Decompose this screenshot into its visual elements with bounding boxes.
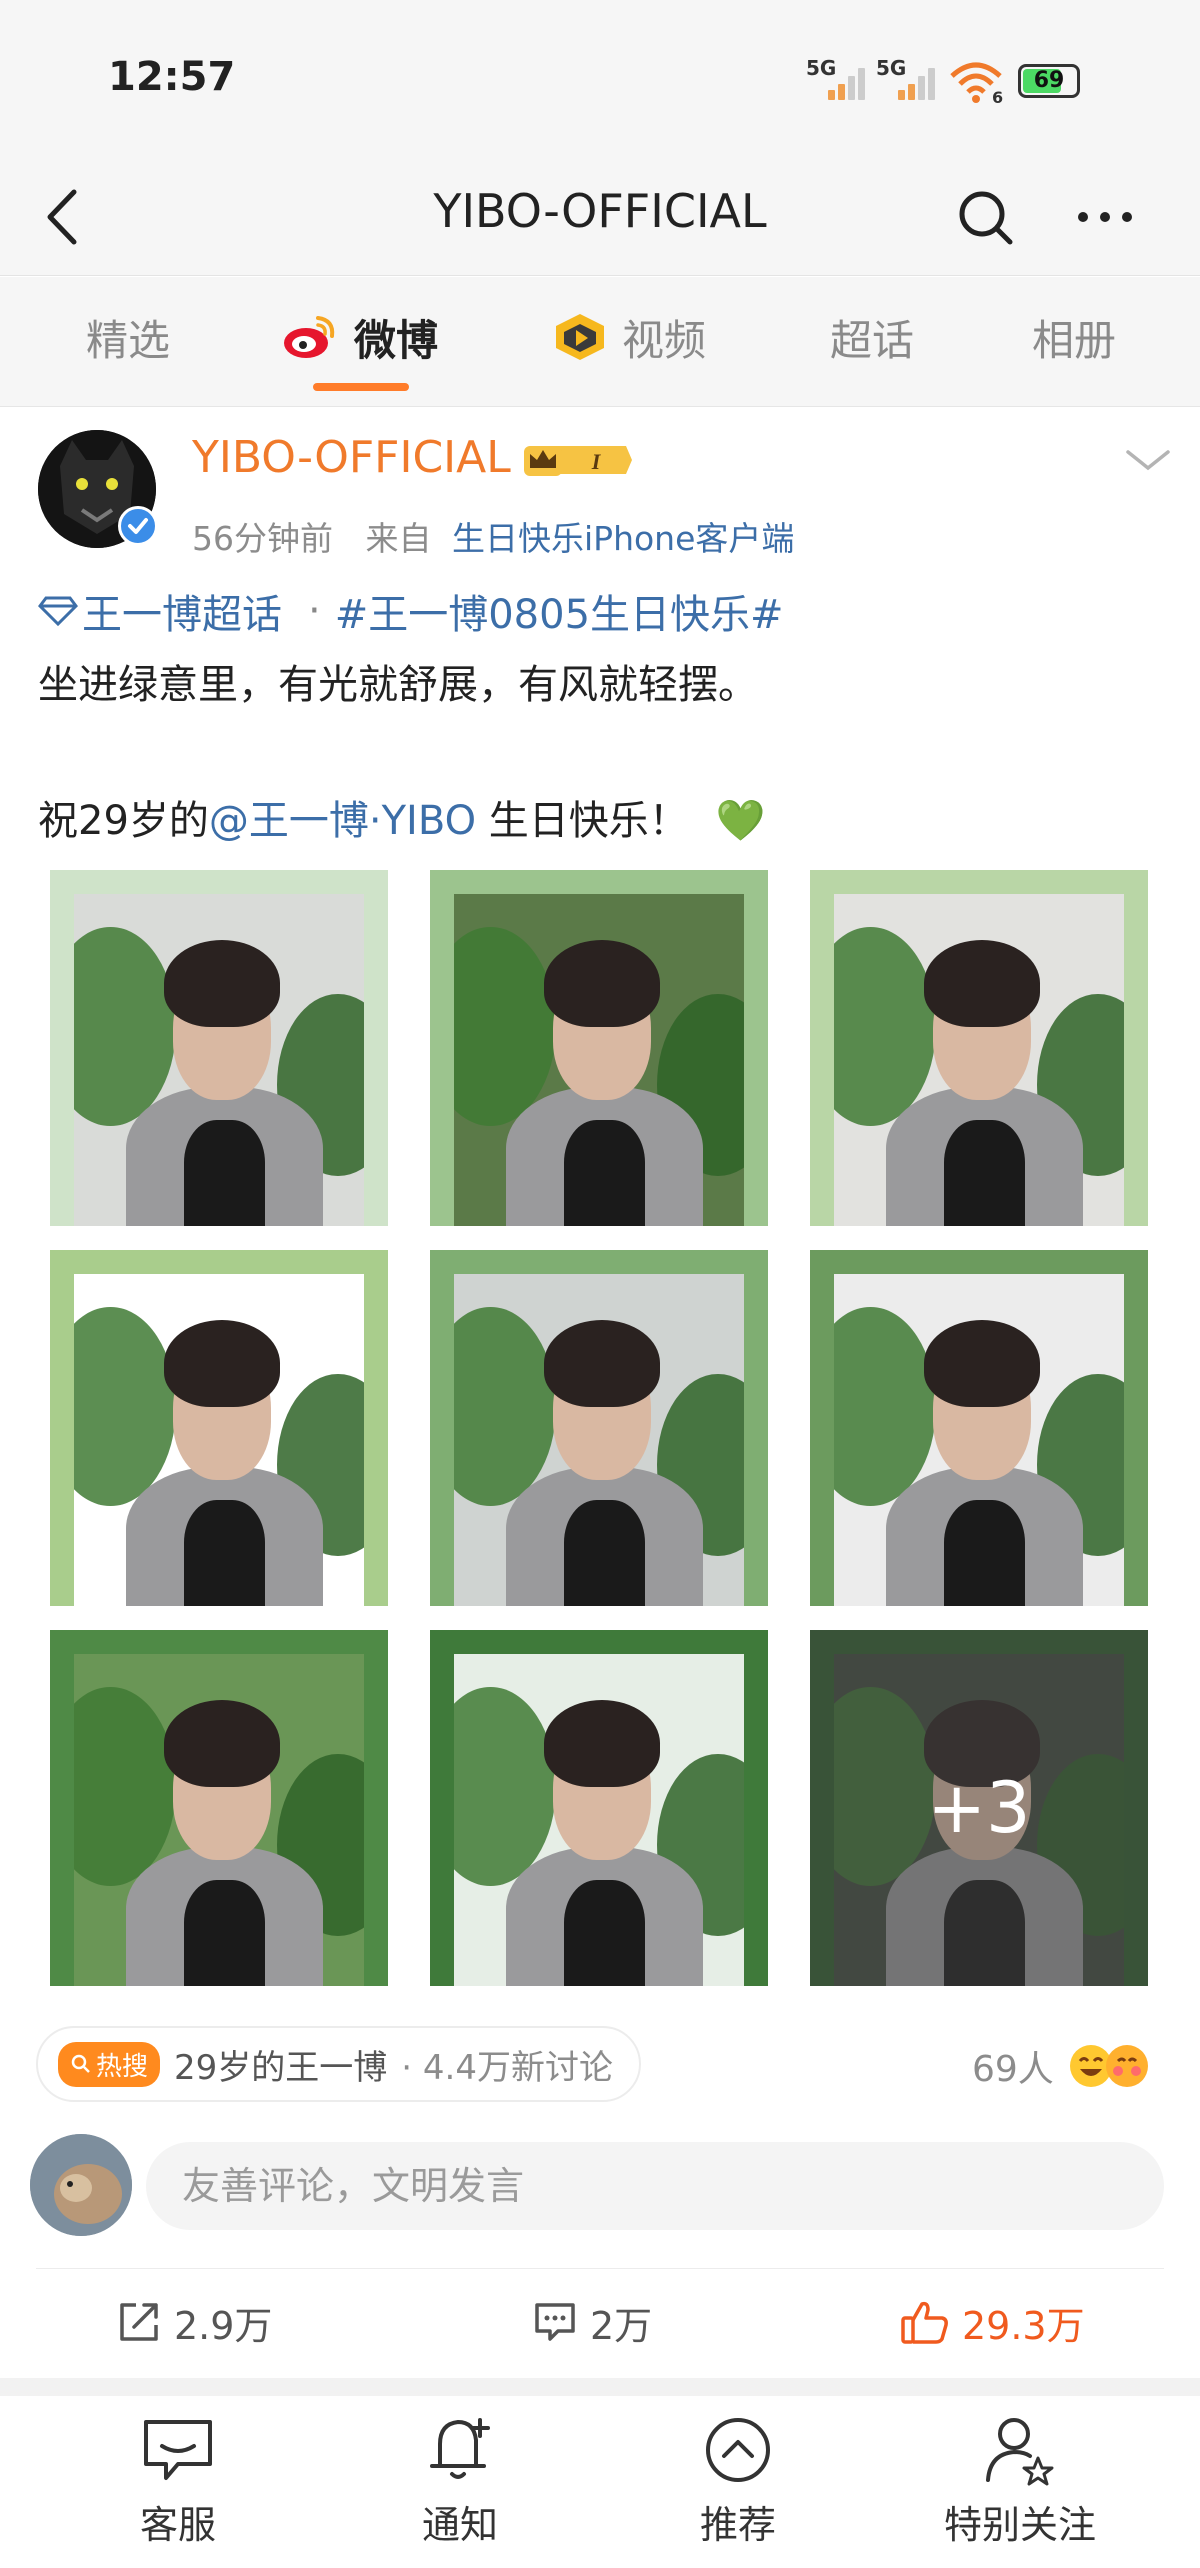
comment-button[interactable]: 2万 — [532, 2290, 652, 2354]
photo-thumbnail[interactable] — [430, 870, 768, 1226]
repost-button[interactable]: 2.9万 — [116, 2290, 272, 2354]
hot-search-bar[interactable]: 热搜 29岁的王一博 · 4.4万新讨论 — [36, 2026, 641, 2102]
photo-image — [454, 1274, 744, 1606]
notifications-button[interactable]: 通知 — [360, 2414, 560, 2549]
photo-image — [454, 1654, 744, 1986]
post-source[interactable]: 生日快乐iPhone客户端 — [452, 519, 794, 558]
hot-search-title: 29岁的王一博 — [174, 2047, 388, 2088]
super-topic-link[interactable]: 王一博超话 — [82, 582, 282, 640]
tab-weibo[interactable]: 微博 — [280, 307, 438, 367]
bottom-tab-bar: 客服 通知 推荐 特别关注 — [0, 2396, 1200, 2568]
divider — [36, 2268, 1164, 2269]
photo-thumbnail[interactable] — [50, 870, 388, 1226]
like-count: 29.3万 — [962, 2303, 1085, 2348]
tab-super-topic[interactable]: 超话 — [830, 307, 914, 367]
thumbs-up-icon — [901, 2301, 948, 2344]
video-play-icon — [556, 314, 604, 360]
nav-bar: YIBO-OFFICIAL — [0, 160, 1200, 276]
customer-service-button[interactable]: 客服 — [78, 2414, 278, 2549]
photo-thumbnail[interactable] — [430, 1630, 768, 1986]
post-username[interactable]: YIBO-OFFICIAL — [192, 432, 511, 483]
hot-search-sub: · 4.4万新讨论 — [401, 2047, 613, 2088]
photo-image — [74, 1274, 364, 1606]
post-text-line-1: 坐进绿意里，有光就舒展，有风就轻摆。 — [38, 662, 758, 708]
hashtag-link[interactable]: #王一博0805生日快乐# — [335, 582, 784, 640]
signal-2-icon: 5G — [876, 56, 946, 106]
post-time: 56分钟前 — [192, 519, 333, 558]
svg-text:I: I — [591, 449, 602, 474]
status-bar: 12:57 5G 5G 6 69 — [0, 0, 1200, 160]
section-gap — [0, 2378, 1200, 2396]
post-text-line-2: 祝29岁的@王一博·YIBO 生日快乐！ 💚 — [38, 798, 766, 844]
likers-count: 69人 — [972, 2049, 1054, 2090]
bell-add-icon — [430, 2418, 490, 2479]
search-icon[interactable] — [950, 182, 1020, 252]
my-avatar[interactable] — [30, 2134, 132, 2236]
status-time: 12:57 — [108, 54, 236, 100]
photo-thumbnail[interactable] — [50, 1630, 388, 1986]
post-topics: 王一博超话 · #王一博0805生日快乐# — [38, 582, 784, 640]
post-from-prefix: 来自 — [365, 519, 432, 558]
recommend-button[interactable]: 推荐 — [638, 2414, 838, 2549]
tab-featured[interactable]: 精选 — [86, 307, 170, 367]
repost-count: 2.9万 — [174, 2303, 273, 2348]
comment-count: 2万 — [590, 2303, 653, 2348]
photo-thumbnail[interactable] — [50, 1250, 388, 1606]
diamond-icon — [38, 596, 78, 627]
like-button[interactable]: 29.3万 — [900, 2290, 1085, 2354]
photo-thumbnail[interactable] — [810, 870, 1148, 1226]
hot-search-tag: 热搜 — [58, 2041, 161, 2087]
green-heart-emoji: 💚 — [715, 798, 766, 844]
likers-summary[interactable]: 69人 — [972, 2040, 1150, 2092]
comment-input[interactable]: 友善评论，文明发言 — [146, 2142, 1164, 2230]
user-star-icon — [986, 2418, 1054, 2486]
member-crown-badge: I — [522, 440, 634, 480]
photo-image — [454, 894, 744, 1226]
battery-icon: 69 — [1018, 64, 1080, 98]
photo-image — [834, 894, 1124, 1226]
topic-separator: · — [308, 588, 321, 634]
page-title: YIBO-OFFICIAL — [433, 184, 767, 238]
hug-emoji-icon — [1105, 2045, 1148, 2087]
photo-thumbnail[interactable]: +3 — [810, 1630, 1148, 1986]
photo-thumbnail[interactable] — [430, 1250, 768, 1606]
repost-icon — [120, 2303, 158, 2341]
verified-badge-icon — [118, 506, 158, 546]
active-tab-indicator — [313, 383, 409, 391]
post-menu-chevron-down-icon[interactable] — [1124, 440, 1172, 480]
more-dots-icon[interactable] — [1070, 182, 1140, 252]
photo-image — [74, 1654, 364, 1986]
mention-link[interactable]: @王一博·YIBO — [209, 798, 476, 844]
signal-1-icon: 5G — [806, 56, 876, 106]
post-meta: 56分钟前 来自 生日快乐iPhone客户端 — [192, 512, 794, 560]
search-icon — [71, 2054, 90, 2073]
chat-bubble-icon — [144, 2420, 212, 2480]
weibo-logo-icon — [284, 316, 335, 358]
photo-thumbnail[interactable] — [810, 1250, 1148, 1606]
wifi-icon: 6 — [948, 58, 1004, 107]
tab-video[interactable]: 视频 — [552, 307, 706, 367]
reaction-emojis — [1068, 2043, 1150, 2089]
comment-icon — [535, 2303, 575, 2341]
photo-image — [74, 894, 364, 1226]
special-follow-button[interactable]: 特别关注 — [920, 2414, 1120, 2549]
profile-tabs: 精选 微博 视频 超话 相册 — [0, 277, 1200, 407]
tab-album[interactable]: 相册 — [1032, 307, 1116, 367]
chevron-up-circle-icon — [706, 2418, 770, 2482]
photo-image — [834, 1274, 1124, 1606]
more-photos-overlay[interactable]: +3 — [810, 1630, 1148, 1986]
